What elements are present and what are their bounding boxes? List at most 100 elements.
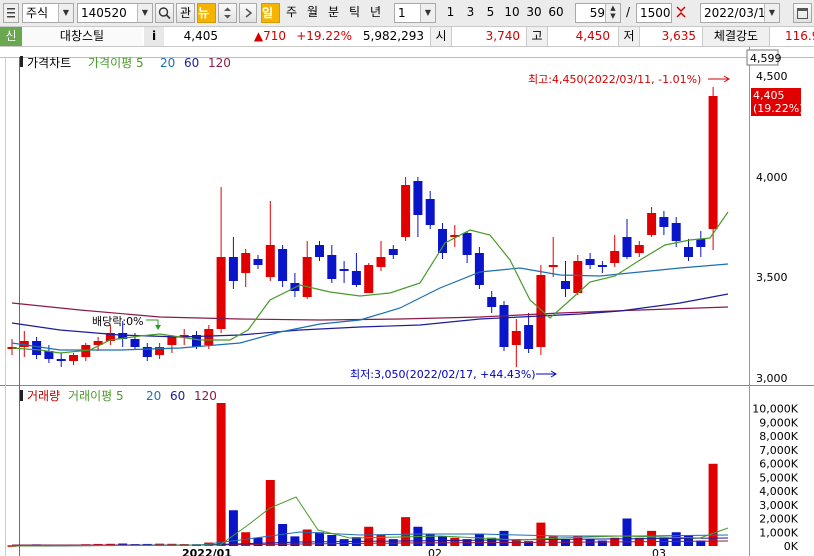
price-tick-3000: 3,000 xyxy=(756,372,788,385)
candle-body xyxy=(167,337,177,345)
candle-body xyxy=(622,237,632,257)
price-panel-title: 가격차트 xyxy=(27,56,71,70)
volume-ma120-legend: 120 xyxy=(194,389,217,403)
volume-panel-title: 거래량 xyxy=(27,389,60,403)
stock-info-bar: 신 대창스틸 i 4,405 ▲710 +19.22% 5,982,293 시 … xyxy=(0,27,814,47)
volume-ma20-legend: 20 xyxy=(146,389,161,403)
price-tick-4500: 4,500 xyxy=(756,70,788,83)
candle-body xyxy=(647,213,657,235)
chevron-down-icon[interactable]: ▼ xyxy=(420,4,435,22)
tab-weekly[interactable]: 주 xyxy=(282,3,301,23)
tab-tick[interactable]: 틱 xyxy=(345,3,364,23)
volume-bar xyxy=(597,540,607,546)
candle-body xyxy=(462,233,472,255)
chevron-down-icon[interactable]: ▼ xyxy=(58,4,73,22)
volume-bar xyxy=(376,535,386,546)
volume-ma5-legend: 거래이평 5 xyxy=(68,389,124,403)
period-button-1[interactable]: 1 xyxy=(441,3,460,23)
next-arrow-icon[interactable] xyxy=(239,3,257,23)
volume-tick: 6,000K xyxy=(759,458,798,471)
chevron-down-icon[interactable]: ▼ xyxy=(764,4,779,22)
candle-body xyxy=(425,199,435,225)
candle-body xyxy=(69,355,78,361)
candle-body xyxy=(536,275,546,347)
candle-body xyxy=(684,247,693,257)
stock-code-value: 140520 xyxy=(81,6,127,20)
candle-body xyxy=(610,251,620,263)
info-button[interactable]: i xyxy=(144,27,164,46)
tab-minute[interactable]: 분 xyxy=(324,3,343,23)
volume-tick: 4,000K xyxy=(759,485,798,498)
candle-body xyxy=(315,245,324,257)
volume-y-axis: 10,000K9,000K8,000K7,000K6,000K5,000K4,0… xyxy=(752,403,798,554)
candle-body xyxy=(499,305,509,347)
news-button[interactable]: 뉴 xyxy=(197,3,216,23)
price-ma20-legend: 20 xyxy=(160,56,175,70)
volume-tick: 2,000K xyxy=(759,513,798,526)
volume-bar xyxy=(327,535,337,546)
candle-body xyxy=(339,269,349,271)
chart-frame xyxy=(0,47,814,556)
candle-body xyxy=(302,257,312,297)
candle-body xyxy=(351,271,361,285)
count-value: 59 xyxy=(589,6,605,20)
candle-body xyxy=(265,245,275,277)
spin-updown-icon[interactable]: ▲ ▼ xyxy=(605,4,620,22)
price-tick-4000: 4,000 xyxy=(756,171,788,184)
period-select[interactable]: 1 ▼ xyxy=(394,3,436,23)
stock-chart[interactable]: 4,599 4,500 4,000 3,500 3,000 4,405 (19.… xyxy=(0,47,814,556)
date-picker[interactable]: 2022/03/11 ▼ xyxy=(700,3,780,23)
candle-body xyxy=(56,359,66,361)
x-axis-label-mar: 03 xyxy=(652,547,666,556)
high-price: 4,450 xyxy=(575,29,610,43)
volume-bar xyxy=(684,535,693,546)
candle-body xyxy=(204,329,214,345)
x-axis-label-jan: 2022/01 xyxy=(182,547,232,556)
spin-updown-icon[interactable] xyxy=(218,3,237,23)
period-button-3[interactable]: 3 xyxy=(461,3,480,23)
period-button-5[interactable]: 5 xyxy=(481,3,500,23)
stock-code-input[interactable]: 140520 ▼ xyxy=(77,3,153,23)
period-button-10[interactable]: 10 xyxy=(501,3,523,23)
volume-tick: 10,000K xyxy=(752,403,798,416)
tab-monthly[interactable]: 월 xyxy=(303,3,322,23)
interest-button[interactable]: 관 xyxy=(176,3,195,23)
price-ma5-legend: 가격이평 5 xyxy=(88,56,144,70)
volume-bars xyxy=(7,403,718,547)
total-count-field[interactable]: 1500 xyxy=(636,3,672,23)
refresh-icon[interactable] xyxy=(673,3,689,23)
price-ma60-legend: 60 xyxy=(184,56,199,70)
price-axis-top-value: 4,599 xyxy=(750,52,782,65)
period-button-30[interactable]: 30 xyxy=(523,3,545,23)
candle-body xyxy=(524,325,534,349)
market-select-value: 주식 xyxy=(26,6,49,20)
period-button-60[interactable]: 60 xyxy=(545,3,567,23)
current-pct-marker: (19.22%) xyxy=(753,102,804,115)
x-axis: 2022/01 02 03 xyxy=(182,547,666,556)
price-change: ▲710 xyxy=(253,29,286,43)
chevron-down-icon[interactable]: ▼ xyxy=(137,4,152,22)
search-icon[interactable] xyxy=(155,3,174,23)
market-select[interactable]: 주식 ▼ xyxy=(22,3,74,23)
candle-body xyxy=(573,261,583,293)
tab-yearly[interactable]: 년 xyxy=(366,3,385,23)
low-annotation-text: 최저:3,050(2022/02/17, +44.43%) xyxy=(350,368,536,381)
candle-body xyxy=(474,253,484,285)
layout-menu-icon[interactable] xyxy=(3,3,19,23)
dividend-annotation-text: 배당락:0% xyxy=(92,315,144,328)
candle-body xyxy=(376,257,386,267)
current-price: 4,405 xyxy=(183,29,218,43)
high-annotation: 최고:4,450(2022/03/11, -1.01%) xyxy=(528,73,730,86)
tab-daily[interactable]: 일 xyxy=(261,3,280,23)
volume-bar xyxy=(425,533,435,546)
count-stepper[interactable]: 59 ▲ ▼ xyxy=(575,3,621,23)
candle-body xyxy=(327,255,337,279)
candle-body xyxy=(597,265,607,267)
candle-body xyxy=(241,253,251,273)
volume-tick: 7,000K xyxy=(759,444,798,457)
candle-body xyxy=(487,297,497,307)
calendar-icon[interactable] xyxy=(793,3,812,23)
price-panel-legend: 가격차트 가격이평 5 20 60 120 xyxy=(20,56,231,70)
volume-bar xyxy=(438,536,447,546)
strength-label: 체결강도 xyxy=(702,27,770,46)
